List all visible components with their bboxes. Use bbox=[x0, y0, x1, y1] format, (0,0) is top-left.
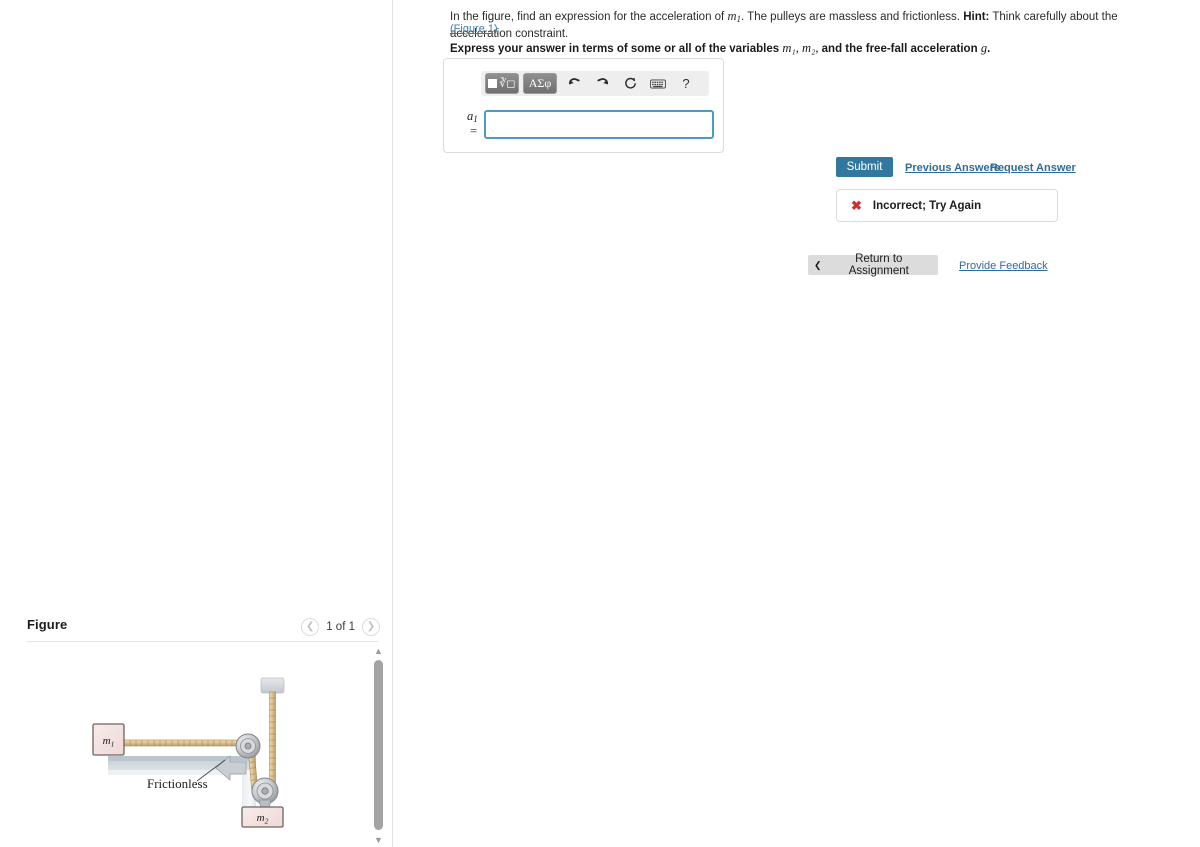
chevron-left-icon[interactable]: ❮ bbox=[301, 618, 320, 636]
express-prefix: Express your answer in terms of some or … bbox=[450, 43, 783, 55]
previous-answers-link[interactable]: Previous Answers bbox=[905, 162, 1000, 174]
page-root: Figure ❮ 1 of 1 ❯ ▲ ▼ m1 m2 Frictionless… bbox=[0, 0, 1200, 847]
hint-label: Hint: bbox=[963, 11, 990, 23]
chevron-right-icon[interactable]: ❯ bbox=[362, 618, 380, 636]
undo-arrow-icon[interactable] bbox=[561, 73, 587, 94]
answer-entry-box: ∛◻ ΑΣφ ? a1 = bbox=[443, 58, 724, 153]
template-math-button[interactable]: ∛◻ bbox=[485, 73, 519, 94]
answer-variable-label: a1 = bbox=[466, 109, 478, 138]
answer-input[interactable] bbox=[483, 109, 714, 139]
svg-text:Frictionless: Frictionless bbox=[147, 776, 208, 791]
chevron-left-icon: ❮ bbox=[814, 259, 822, 270]
answer-input-row: a1 = bbox=[456, 109, 714, 139]
figure-diagram: m1 m2 Frictionless bbox=[20, 648, 365, 847]
figure-header-divider bbox=[27, 641, 378, 642]
triangle-up-icon[interactable]: ▲ bbox=[373, 647, 384, 656]
figure-counter: 1 of 1 bbox=[326, 621, 355, 633]
greek-symbols-button[interactable]: ΑΣφ bbox=[523, 73, 557, 94]
statement-part-1: In the figure, find an expression for th… bbox=[450, 11, 728, 23]
figure-1-link[interactable]: (Figure 1) bbox=[450, 23, 498, 35]
express-variables: m₁, m₂, bbox=[782, 41, 819, 55]
figure-navigation: ❮ 1 of 1 ❯ bbox=[301, 618, 380, 636]
express-middle: and the free-fall acceleration bbox=[818, 43, 981, 55]
problem-panel: In the figure, find an expression for th… bbox=[393, 0, 1200, 847]
help-question-icon[interactable]: ? bbox=[673, 73, 699, 94]
provide-feedback-link[interactable]: Provide Feedback bbox=[959, 260, 1048, 272]
math-toolbar: ∛◻ ΑΣφ ? bbox=[481, 71, 709, 96]
figure-scrollbar[interactable]: ▲ ▼ bbox=[371, 645, 385, 847]
redo-arrow-icon[interactable] bbox=[589, 73, 615, 94]
statement-variable-m1: m1 bbox=[727, 9, 741, 24]
triangle-down-icon[interactable]: ▼ bbox=[373, 836, 384, 845]
express-suffix: . bbox=[987, 43, 991, 55]
scrollbar-thumb[interactable] bbox=[374, 660, 383, 830]
feedback-banner: ✖ Incorrect; Try Again bbox=[836, 189, 1058, 222]
reset-circular-arrow-icon[interactable] bbox=[617, 73, 643, 94]
feedback-message: Incorrect; Try Again bbox=[872, 199, 982, 212]
submit-button[interactable]: Submit bbox=[836, 157, 893, 177]
return-button-label: Return to Assignment bbox=[848, 253, 909, 277]
request-answer-link[interactable]: Request Answer bbox=[990, 162, 1076, 174]
statement-part-2: . The pulleys are massless and frictionl… bbox=[740, 11, 964, 23]
radical-icon: ∛◻ bbox=[499, 78, 516, 90]
return-to-assignment-button[interactable]: ❮ Return to Assignment bbox=[808, 253, 938, 277]
white-square-icon bbox=[488, 79, 498, 88]
figure-panel-title: Figure bbox=[27, 617, 68, 632]
problem-statement: In the figure, find an expression for th… bbox=[450, 9, 1140, 42]
express-answer-instruction: Express your answer in terms of some or … bbox=[450, 41, 1150, 56]
red-x-icon: ✖ bbox=[851, 198, 862, 213]
keyboard-icon[interactable] bbox=[645, 73, 671, 94]
figure-panel: Figure ❮ 1 of 1 ❯ ▲ ▼ m1 m2 Frictionless bbox=[0, 0, 392, 847]
